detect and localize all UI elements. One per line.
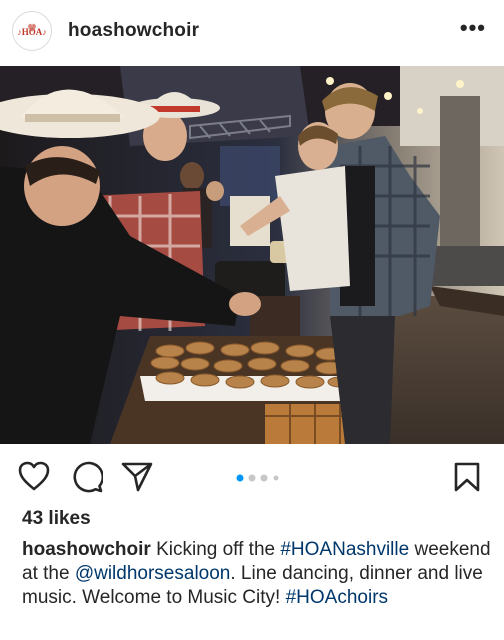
post-username[interactable]: hoashowchoir <box>68 20 199 42</box>
carousel-indicator <box>0 470 504 482</box>
buffet-photo <box>0 66 504 444</box>
hashtag-link[interactable]: #HOANashville <box>280 539 409 560</box>
hashtag-link-2[interactable]: #HOAchoirs <box>286 587 388 608</box>
post-caption: hoashowchoir Kicking off the #HOANashvil… <box>22 538 492 610</box>
avatar[interactable]: ♪HOA♪ <box>12 11 52 51</box>
choir-logo-icon: ♪HOA♪ <box>17 23 47 37</box>
carousel-dot <box>273 475 279 481</box>
caption-username[interactable]: hoashowchoir <box>22 539 151 560</box>
more-options-icon[interactable]: ••• <box>460 17 486 39</box>
carousel-dot <box>236 474 244 482</box>
likes-count[interactable]: 43 likes <box>22 508 91 530</box>
mention-link[interactable]: @wildhorsesaloon <box>75 563 231 584</box>
carousel-dot <box>248 474 256 482</box>
post-photo[interactable] <box>0 66 504 444</box>
carousel-dot <box>260 474 268 482</box>
caption-text-1: Kicking off the <box>156 539 281 560</box>
post-header: ♪HOA♪ hoashowchoir ••• <box>0 0 504 64</box>
